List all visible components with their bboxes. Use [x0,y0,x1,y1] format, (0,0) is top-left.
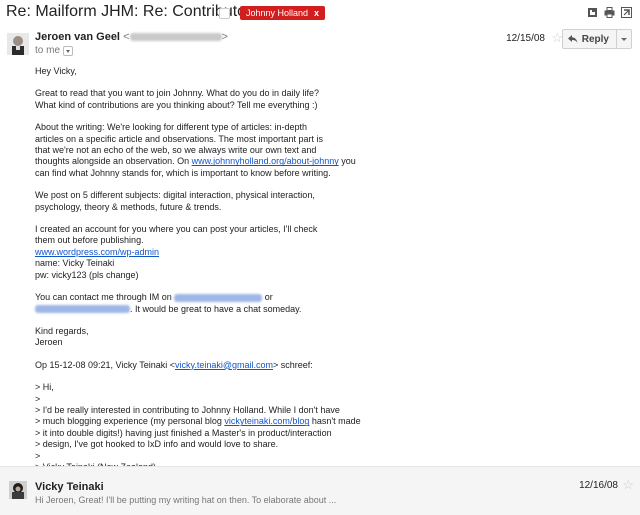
body-line: Great to read that you want to join John… [35,88,320,99]
body-line: . It would be great to have a chat somed… [35,304,365,315]
recipients-label: to me [35,45,61,56]
message-date: 12/15/08 [506,33,545,44]
body-line: psychology, theory & methods, future & t… [35,201,222,212]
message-snippet: Hi Jeroen, Great! I'll be putting my wri… [35,495,337,505]
body-line: name: Vicky Teinaki [35,258,115,269]
body-line: We post on 5 different subjects: digital… [35,190,315,201]
quote-line: > design, I've got hooked to IxD info an… [35,439,279,450]
redacted-email [174,293,263,302]
sender-name: Jeroen van Geel [35,31,120,43]
quoted-email-link[interactable]: vicky.teinaki@gmail.com [175,360,273,370]
reply-arrow-icon [567,35,578,43]
quote-line: > [35,450,41,461]
reply-button[interactable]: Reply [561,29,617,49]
im-email-link[interactable] [174,292,263,302]
body-line: them out before publishing. [35,235,144,246]
quote-line: > [35,393,41,404]
quote-line: > much blogging experience (my personal … [35,416,361,427]
wordpress-admin-link[interactable]: www.wordpress.com/wp-admin [35,247,365,258]
quote-line: > it into double digits!) having just fi… [35,427,332,438]
signoff-line: Kind regards, [35,325,89,336]
blog-link[interactable]: vickyteinaki.com/blog [224,416,309,426]
label-chip-text: Johnny Holland [246,8,309,18]
details-dropdown-icon[interactable] [63,45,74,56]
quote-header: Op 15-12-08 09:21, Vicky Teinaki <vicky.… [35,359,313,370]
sender-name: Vicky Teinaki [35,481,104,493]
message-vicky-collapsed[interactable]: Vicky Teinaki Hi Jeroen, Great! I'll be … [0,467,640,515]
thread-header: Re: Mailform JHM: Re: Contributors Johnn… [0,0,640,26]
reply-label: Reply [581,33,609,45]
recipients: to me [35,45,74,56]
redacted-email [129,33,222,42]
sender-email: < > [123,31,228,43]
body-line: What kind of contributions are you think… [35,99,318,110]
avatar [9,481,27,499]
greeting: Hey Vicky, [35,66,77,76]
quote-line: > Hi, [35,382,54,393]
expand-all-icon[interactable] [621,7,632,18]
body-line: articles on a specific article and obser… [35,133,323,144]
body-line: pw: vicky123 (pls change) [35,269,139,280]
more-actions-dropdown[interactable] [617,29,632,49]
about-johnny-link[interactable]: www.johnnyholland.org/about-johnny [192,156,339,166]
thread-tools [587,7,632,18]
body-line: that we're not an echo of the web, so we… [35,145,317,156]
label-remove-button[interactable]: x [314,8,319,18]
new-window-icon[interactable] [587,7,598,18]
thread-checkbox[interactable] [219,8,230,19]
body-line: About the writing: We're looking for dif… [35,122,308,133]
redacted-email [35,305,130,314]
body-line: You can contact me through IM on or [35,292,273,303]
avatar [7,33,29,55]
gmail-email-link[interactable] [35,304,130,314]
body-line: I created an account for you where you c… [35,224,318,235]
message-body: Hey Vicky, Great to read that you want t… [35,66,365,485]
message-jeroen: Jeroen van Geel < > to me 12/15/08 ☆ Repl… [0,26,640,483]
signoff-line: Jeroen [35,337,63,348]
reply-button-group: Reply [561,29,632,49]
print-icon[interactable] [604,7,615,18]
body-line: can find what Johnny stands for, which i… [35,167,331,178]
sender[interactable]: Jeroen van Geel < > [35,31,228,43]
star-icon[interactable]: ☆ [622,477,634,493]
body-line: thoughts alongside an observation. On ww… [35,156,356,167]
quote-line: > I'd be really interested in contributi… [35,404,340,415]
message-date: 12/16/08 [579,480,618,491]
label-chip-johnny-holland[interactable]: Johnny Holland x [240,6,326,20]
